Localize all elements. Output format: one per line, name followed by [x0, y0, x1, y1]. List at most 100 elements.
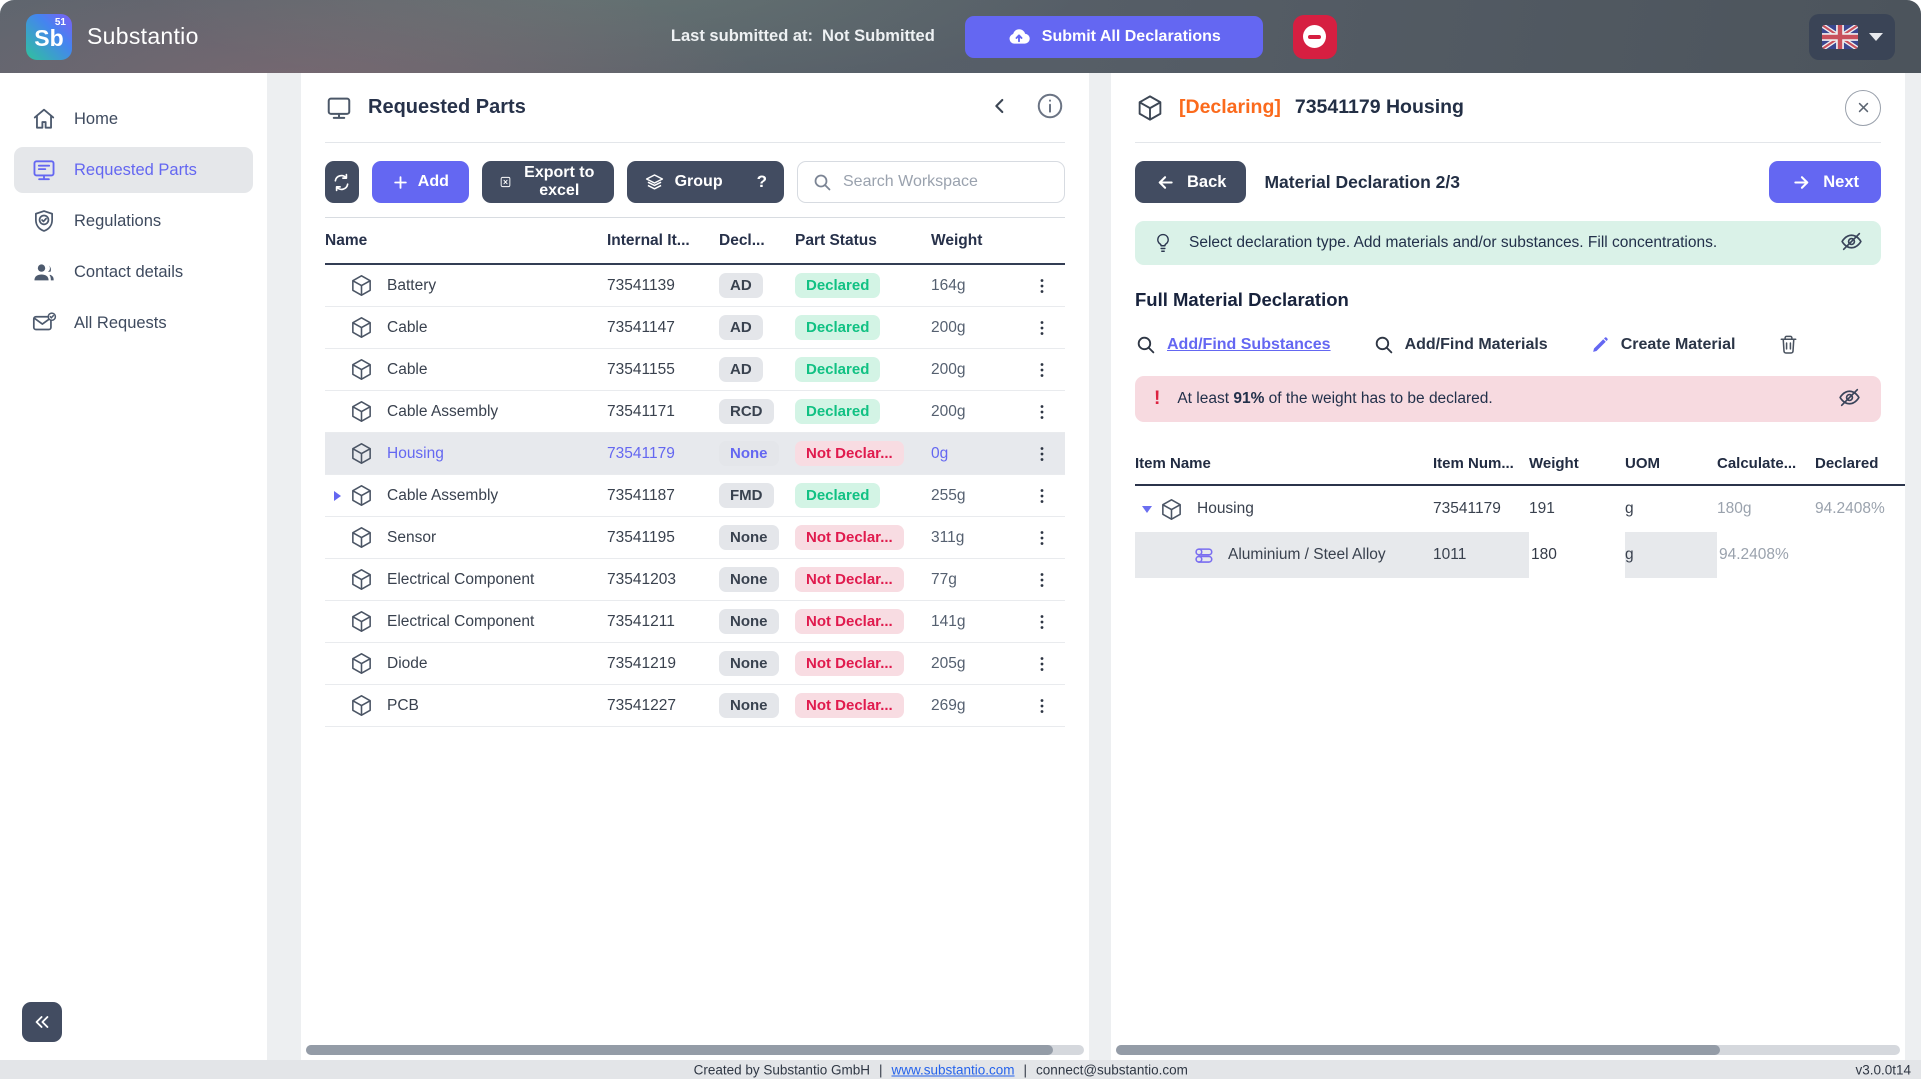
scrollbar-thumb[interactable] [1116, 1045, 1720, 1055]
back-button[interactable]: Back [1135, 161, 1247, 203]
item-number: 73541179 [1433, 500, 1501, 517]
app-window: Sb 51 Substantio Last submitted at: Not … [0, 0, 1921, 1079]
sidebar-item-all-requests[interactable]: All Requests [14, 300, 253, 346]
horizontal-scrollbar[interactable] [306, 1045, 1084, 1055]
arrow-right-icon [1791, 172, 1812, 193]
column-header-decl[interactable]: Decl... [719, 232, 795, 250]
submit-all-declarations-label: Submit All Declarations [1041, 27, 1221, 45]
part-icon [349, 651, 374, 676]
column-header-name[interactable]: Name [325, 232, 607, 250]
part-row[interactable]: Electrical Component 73541211 None Not Decl… [325, 601, 1065, 643]
column-header-weight[interactable]: Weight [931, 232, 1019, 250]
part-name: Diode [387, 654, 428, 672]
add-find-substances-link[interactable]: Add/Find Substances [1135, 334, 1331, 355]
kebab-menu-icon[interactable] [1032, 612, 1052, 632]
part-internal-number: 73541211 [607, 612, 675, 630]
last-submitted-label: Last submitted at: [670, 27, 814, 45]
chevron-left-icon [989, 95, 1011, 117]
sidebar-collapse-button[interactable] [22, 1002, 62, 1042]
column-header-calculated[interactable]: Calculate... [1717, 455, 1815, 472]
hide-warning-button[interactable] [1837, 385, 1862, 413]
column-header-weight[interactable]: Weight [1529, 455, 1625, 472]
stop-button[interactable] [1292, 14, 1337, 59]
users-icon [31, 259, 57, 285]
kebab-menu-icon[interactable] [1032, 486, 1052, 506]
warning-text: At least 91% of the weight has to be dec… [1177, 390, 1493, 407]
part-row[interactable]: Cable 73541147 AD Declared 200g [325, 307, 1065, 349]
parts-table: Name Internal It... Decl... Part Status … [325, 217, 1065, 727]
column-header-declared[interactable]: Declared [1815, 455, 1905, 472]
arrow-left-icon [1155, 172, 1176, 193]
part-row[interactable]: Cable Assembly 73541171 RCD Declared 200g [325, 391, 1065, 433]
expand-caret-icon[interactable] [1135, 506, 1159, 513]
kebab-menu-icon[interactable] [1032, 444, 1052, 464]
kebab-menu-icon[interactable] [1032, 360, 1052, 380]
kebab-menu-icon[interactable] [1032, 696, 1052, 716]
part-row[interactable]: Sensor 73541195 None Not Declar... 311g [325, 517, 1065, 559]
submit-all-declarations-button[interactable]: Submit All Declarations [964, 15, 1263, 58]
part-row[interactable]: PCB 73541227 None Not Declar... 269g [325, 685, 1065, 727]
refresh-button[interactable] [325, 161, 359, 203]
info-button[interactable] [1035, 91, 1065, 124]
part-name-cell: Sensor [325, 525, 607, 550]
part-row[interactable]: Battery 73541139 AD Declared 164g [325, 265, 1065, 307]
collapse-panel-button[interactable] [989, 95, 1011, 120]
material-weight-input[interactable] [1531, 546, 1623, 564]
part-row[interactable]: Cable Assembly 73541187 FMD Declared 255g [325, 475, 1065, 517]
kebab-menu-icon[interactable] [1032, 318, 1052, 338]
export-to-excel-button[interactable]: Export to excel [481, 161, 614, 203]
add-part-button[interactable]: Add [371, 161, 469, 203]
part-row[interactable]: Housing 73541179 None Not Declar... 0g [325, 433, 1065, 475]
kebab-menu-icon[interactable] [1032, 570, 1052, 590]
group-button[interactable]: Group ? [626, 161, 784, 203]
column-header-item-name[interactable]: Item Name [1135, 455, 1433, 472]
scrollbar-thumb[interactable] [306, 1045, 1053, 1055]
sidebar-item-contact-details[interactable]: Contact details [14, 249, 253, 295]
hide-tip-button[interactable] [1839, 229, 1864, 257]
sidebar-item-regulations[interactable]: Regulations [14, 198, 253, 244]
footer-website-link[interactable]: www.substantio.com [891, 1062, 1014, 1077]
sidebar: Home Requested Parts Regulations Contact… [0, 73, 267, 1060]
sidebar-item-home[interactable]: Home [14, 96, 253, 142]
kebab-menu-icon[interactable] [1032, 276, 1052, 296]
column-header-status[interactable]: Part Status [795, 232, 931, 250]
lightbulb-icon [1152, 232, 1174, 254]
column-header-item-number[interactable]: Item Num... [1433, 455, 1529, 472]
kebab-menu-icon[interactable] [1032, 654, 1052, 674]
search-input[interactable] [843, 173, 1050, 191]
delete-button[interactable] [1777, 333, 1800, 356]
part-name: Cable [387, 360, 428, 378]
help-badge[interactable]: ? [757, 172, 767, 192]
part-weight: 164g [931, 276, 966, 294]
part-icon [1135, 93, 1165, 123]
expand-caret-icon[interactable] [325, 491, 349, 501]
declaration-table-header: Item Name Item Num... Weight UOM Calcula… [1135, 442, 1905, 486]
column-header-internal[interactable]: Internal It... [607, 232, 719, 250]
shield-check-icon [31, 208, 57, 234]
declaration-row-part[interactable]: Housing 73541179 191 g 180g 94.2408% [1135, 486, 1905, 532]
declaration-row-material[interactable]: Aluminium / Steel Alloy 1011 g 94.2408% [1135, 532, 1905, 578]
kebab-menu-icon[interactable] [1032, 402, 1052, 422]
horizontal-scrollbar[interactable] [1116, 1045, 1900, 1055]
back-button-label: Back [1187, 172, 1227, 191]
language-selector[interactable] [1809, 13, 1895, 60]
kebab-menu-icon[interactable] [1032, 528, 1052, 548]
part-row[interactable]: Electrical Component 73541203 None Not Decl… [325, 559, 1065, 601]
add-find-materials-link[interactable]: Add/Find Materials [1373, 334, 1548, 355]
next-button[interactable]: Next [1769, 161, 1881, 203]
declaring-tag: [Declaring] [1179, 96, 1281, 118]
create-material-link[interactable]: Create Material [1590, 335, 1735, 355]
part-internal-number: 73541195 [607, 528, 675, 546]
part-status-badge: Not Declar... [795, 609, 904, 634]
app-name: Substantio [87, 23, 199, 49]
part-row[interactable]: Diode 73541219 None Not Declar... 205g [325, 643, 1065, 685]
sidebar-item-requested-parts[interactable]: Requested Parts [14, 147, 253, 193]
part-row[interactable]: Cable 73541155 AD Declared 200g [325, 349, 1065, 391]
close-panel-button[interactable] [1845, 89, 1881, 126]
material-number: 1011 [1433, 546, 1467, 563]
monitor-icon [325, 94, 353, 122]
part-icon [349, 693, 374, 718]
column-header-uom[interactable]: UOM [1625, 455, 1717, 472]
footer-separator: | [1023, 1062, 1028, 1077]
chevron-down-icon [1868, 32, 1883, 41]
